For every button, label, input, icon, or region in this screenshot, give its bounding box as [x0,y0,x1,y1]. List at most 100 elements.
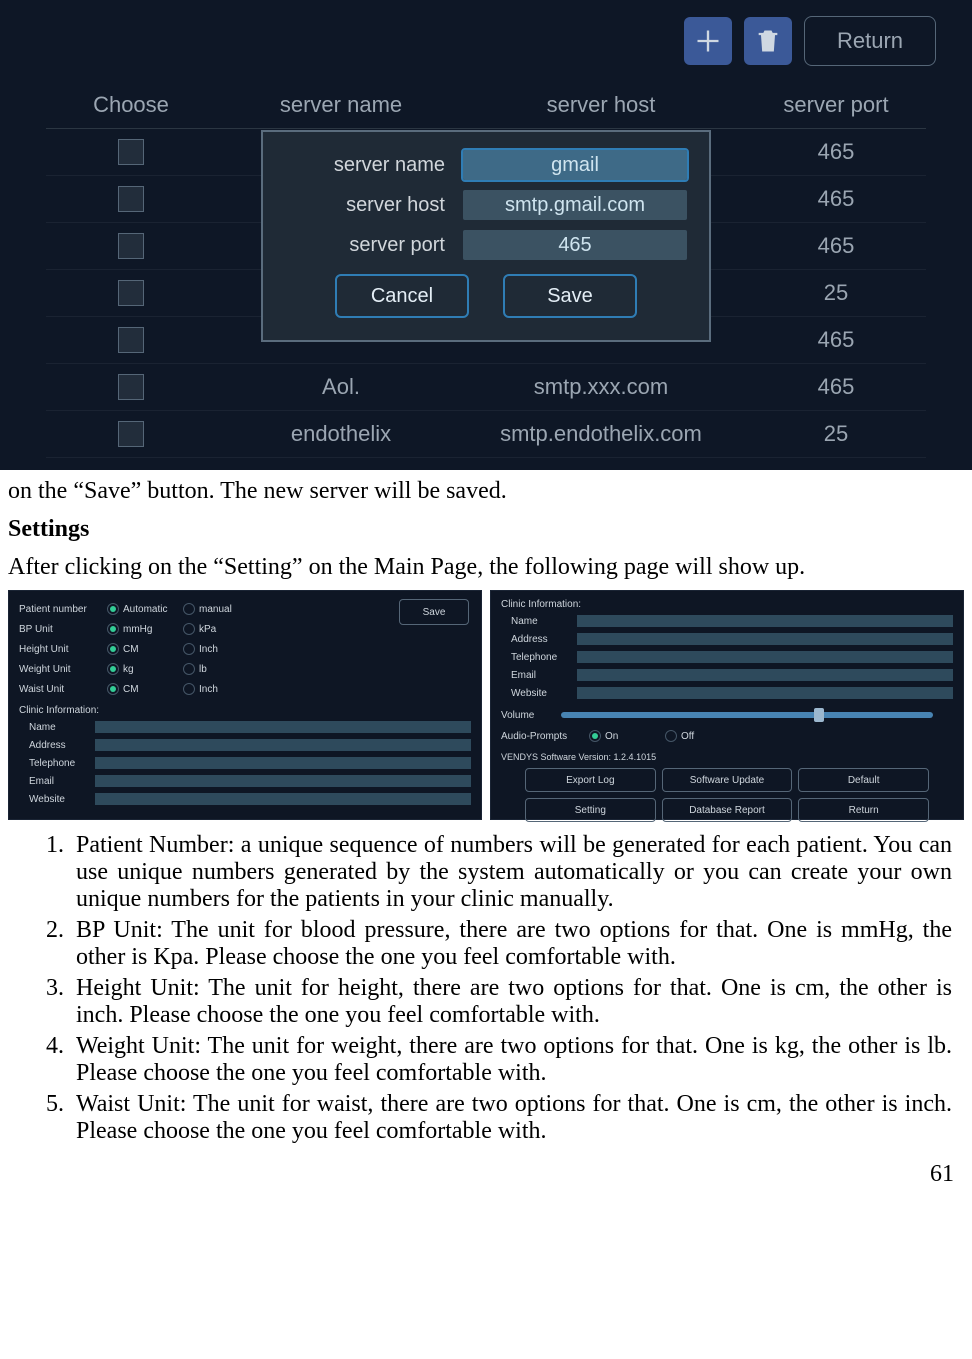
radio-icon [107,663,119,675]
server-row[interactable]: endothelixsmtp.endothelix.com25 [46,411,926,458]
clinic-field-input[interactable] [577,633,953,645]
col-port: server port [736,92,936,118]
volume-label: Volume [501,710,551,721]
radio-icon [183,683,195,695]
modal-host-input[interactable]: smtp.gmail.com [463,190,687,220]
default-button[interactable]: Default [798,768,929,792]
volume-thumb[interactable] [814,708,824,722]
clinic-field-label: Website [511,688,567,699]
clinic-field-input[interactable] [577,651,953,663]
clinic-field-row: Address [19,736,471,754]
setting-button[interactable]: Setting [525,798,656,822]
clinic-field-row: Name [501,612,953,630]
save-button[interactable]: Save [503,274,637,318]
clinic-field-input[interactable] [95,757,471,769]
radio-option-b[interactable]: Inch [183,643,251,655]
save-settings-button[interactable]: Save [399,599,469,625]
radio-icon [107,683,119,695]
return-button[interactable]: Return [804,16,936,66]
setting-label: Patient number [19,604,99,615]
col-host: server host [466,92,736,118]
add-button[interactable] [684,17,732,65]
row-host: smtp.endothelix.com [466,421,736,447]
row-checkbox[interactable] [118,186,144,212]
clinic-field-label: Name [29,722,85,733]
clinic-field-row: Name [19,718,471,736]
row-port: 25 [736,280,936,306]
radio-option-b[interactable]: manual [183,603,251,615]
return-button[interactable]: Return [798,798,929,822]
radio-icon [183,663,195,675]
page-number: 61 [0,1149,972,1192]
settings-screenshots: Save Patient number Automatic manual BP Uni… [0,590,972,820]
row-checkbox[interactable] [118,374,144,400]
row-port: 465 [736,186,936,212]
export-log-button[interactable]: Export Log [525,768,656,792]
clinic-field-input[interactable] [577,669,953,681]
clinic-field-input[interactable] [577,615,953,627]
row-checkbox[interactable] [118,280,144,306]
setting-label: BP Unit [19,624,99,635]
clinic-field-row: Email [501,666,953,684]
doc-numbered-list: Patient Number: a unique sequence of num… [0,832,972,1145]
radio-option-b[interactable]: lb [183,663,251,675]
row-name: Aol. [216,374,466,400]
audio-prompts-label: Audio-Prompts [501,731,581,742]
row-port: 25 [736,421,936,447]
database-report-button[interactable]: Database Report [662,798,793,822]
row-name: endothelix [216,421,466,447]
radio-option-a[interactable]: mmHg [107,623,175,635]
clinic-field-label: Telephone [29,758,85,769]
clinic-field-input[interactable] [95,775,471,787]
clinic-field-input[interactable] [95,739,471,751]
setting-row: Height Unit CM Inch [19,639,471,659]
server-table-header: Choose server name server host server po… [46,82,926,129]
trash-icon [754,27,782,55]
clinic-field-row: Website [501,684,953,702]
clinic-field-label: Telephone [511,652,567,663]
audio-on-option[interactable]: On [589,730,657,742]
audio-off-option[interactable]: Off [665,730,733,742]
radio-option-a[interactable]: Automatic [107,603,175,615]
radio-option-b[interactable]: Inch [183,683,251,695]
list-item: Height Unit: The unit for height, there … [70,975,952,1029]
row-checkbox[interactable] [118,139,144,165]
software-update-button[interactable]: Software Update [662,768,793,792]
delete-button[interactable] [744,17,792,65]
clinic-field-row: Website [19,790,471,808]
clinic-field-input[interactable] [95,721,471,733]
cancel-button[interactable]: Cancel [335,274,469,318]
modal-port-input[interactable]: 465 [463,230,687,260]
clinic-field-row: Telephone [501,648,953,666]
radio-icon [107,603,119,615]
radio-option-a[interactable]: CM [107,683,175,695]
volume-slider[interactable] [561,712,933,718]
setting-row: Waist UnitCMInch [19,679,471,699]
row-checkbox[interactable] [118,421,144,447]
setting-label: Height Unit [19,644,99,655]
doc-line: After clicking on the “Setting” on the M… [8,552,964,582]
modal-name-label: server name [285,154,445,177]
radio-option-a[interactable]: CM [107,643,175,655]
clinic-field-row: Address [501,630,953,648]
modal-host-label: server host [285,194,445,217]
list-item: Weight Unit: The unit for weight, there … [70,1033,952,1087]
row-checkbox[interactable] [118,233,144,259]
server-row[interactable]: Aol.smtp.xxx.com465 [46,364,926,411]
server-config-screenshot: Return Choose server name server host se… [0,0,972,470]
clinic-field-row: Email [19,772,471,790]
clinic-field-input[interactable] [577,687,953,699]
radio-icon [183,603,195,615]
radio-icon [107,623,119,635]
modal-port-label: server port [285,234,445,257]
row-port: 465 [736,374,936,400]
col-name: server name [216,92,466,118]
list-item: Patient Number: a unique sequence of num… [70,832,952,913]
radio-option-a[interactable]: kg [107,663,175,675]
clinic-field-label: Email [29,776,85,787]
radio-option-b[interactable]: kPa [183,623,251,635]
action-button-grid: Export LogSoftware UpdateDefault SettingD… [501,768,953,822]
modal-name-input[interactable]: gmail [463,150,687,180]
row-checkbox[interactable] [118,327,144,353]
clinic-field-input[interactable] [95,793,471,805]
